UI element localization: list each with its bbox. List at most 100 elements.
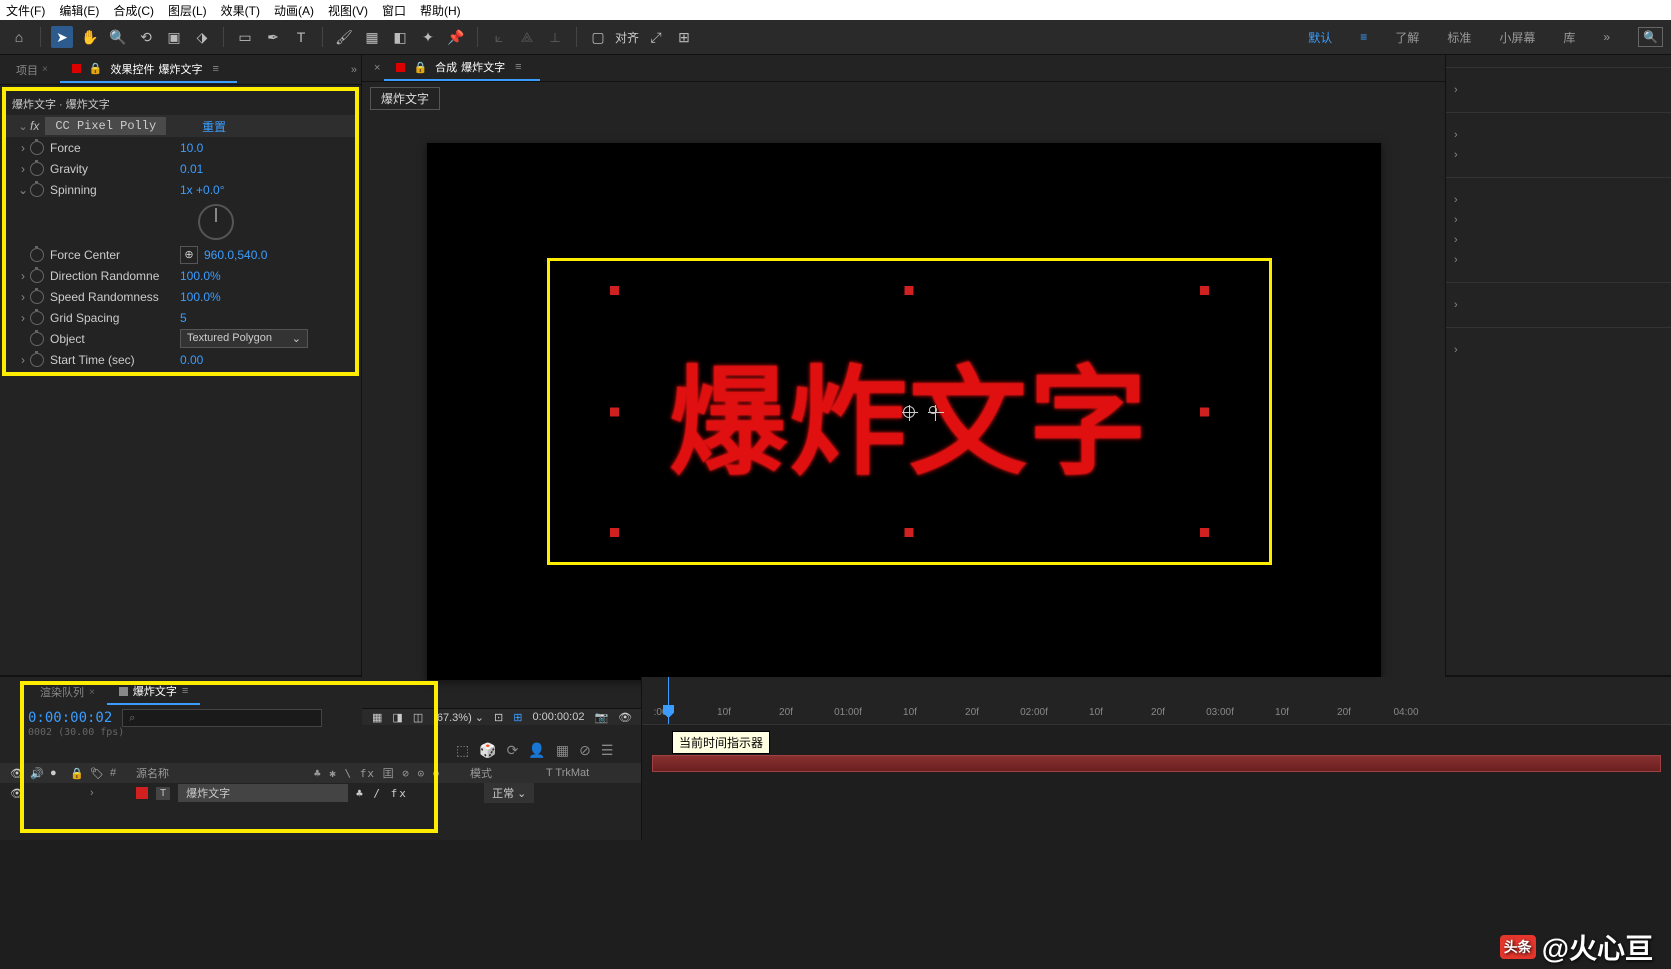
workspace-lib[interactable]: 库 — [1563, 29, 1575, 46]
handle[interactable] — [1200, 528, 1209, 537]
motion-blur-icon[interactable]: ⊘ — [579, 742, 591, 759]
stopwatch-icon[interactable] — [30, 269, 44, 283]
prop-value[interactable]: 1x +0.0° — [180, 183, 225, 197]
collapsed-panel-caret[interactable]: › — [1446, 80, 1671, 100]
comp-flowchart-icon[interactable]: ⬚ — [456, 742, 469, 759]
tab-project[interactable]: 项目 × — [4, 58, 60, 82]
stopwatch-icon[interactable] — [30, 162, 44, 176]
lock-icon[interactable]: 🔒 — [413, 61, 427, 74]
puppet-tool-icon[interactable]: 📌 — [445, 26, 467, 48]
menu-view[interactable]: 视图(V) — [328, 2, 368, 18]
3d-renderer-icon[interactable]: 🎲 — [479, 742, 496, 759]
handle[interactable] — [610, 286, 619, 295]
effect-reset-link[interactable]: 重置 — [202, 118, 226, 135]
source-col-header[interactable]: 源名称 — [136, 765, 306, 781]
collapsed-panel-caret[interactable]: › — [1446, 190, 1671, 210]
close-icon[interactable]: × — [89, 687, 95, 698]
tab-effect-controls[interactable]: 🔒 效果控件 爆炸文字 ≡ — [60, 57, 237, 83]
panel-menu-icon[interactable]: ≡ — [182, 685, 188, 697]
collapsed-panel-caret[interactable]: › — [1446, 250, 1671, 270]
tab-composition[interactable]: 🔒 合成 爆炸文字 ≡ — [384, 55, 539, 81]
layer-name[interactable]: 爆炸文字 — [178, 784, 348, 802]
layer-switches[interactable]: ♣ / fx — [356, 787, 476, 800]
workspace-standard[interactable]: 标准 — [1447, 29, 1471, 46]
prop-value[interactable]: 0.00 — [180, 353, 203, 367]
collapsed-panel-caret[interactable]: › — [1446, 340, 1671, 360]
caret-icon[interactable]: › — [90, 787, 102, 799]
snap-toggle-icon[interactable]: ⤢ — [645, 26, 667, 48]
caret-icon[interactable]: › — [16, 353, 30, 367]
workspace-menu-icon[interactable]: ≡ — [1360, 30, 1367, 44]
blend-mode-dropdown[interactable]: 正常 ⌄ — [484, 783, 534, 803]
snap-edge-icon[interactable]: ⊞ — [673, 26, 695, 48]
shy-icon[interactable]: 👤 — [528, 742, 545, 759]
rectangle-tool-icon[interactable]: ▭ — [234, 26, 256, 48]
object-dropdown[interactable]: Textured Polygon⌄ — [180, 329, 308, 348]
handle[interactable] — [905, 528, 914, 537]
prop-value[interactable]: 10.0 — [180, 141, 203, 155]
workspace-default[interactable]: 默认 — [1308, 29, 1332, 46]
brush-tool-icon[interactable]: 🖌 — [333, 26, 355, 48]
fx-icon[interactable]: fx — [30, 119, 39, 133]
menu-effect[interactable]: 效果(T) — [221, 2, 260, 18]
label-col-icon[interactable]: 🏷 — [90, 767, 102, 780]
handle[interactable] — [1200, 286, 1209, 295]
prop-value[interactable]: 100.0% — [180, 290, 221, 304]
tab-render-queue[interactable]: 渲染队列 × — [28, 680, 107, 704]
workspace-small[interactable]: 小屏幕 — [1499, 29, 1535, 46]
menu-comp[interactable]: 合成(C) — [113, 2, 154, 18]
eye-toggle[interactable]: 👁 — [10, 787, 22, 800]
snap-icon[interactable]: ▢ — [587, 26, 609, 48]
stopwatch-icon[interactable] — [30, 141, 44, 155]
frame-blend-icon[interactable]: ▦ — [556, 742, 569, 759]
flowchart-pill[interactable]: 爆炸文字 — [370, 87, 440, 110]
search-help-icon[interactable]: 🔍 — [1638, 27, 1663, 47]
collapsed-panel-caret[interactable]: › — [1446, 295, 1671, 315]
collapsed-panel-caret[interactable]: › — [1446, 145, 1671, 165]
current-time-indicator[interactable] — [668, 677, 669, 724]
clone-tool-icon[interactable]: ▦ — [361, 26, 383, 48]
caret-icon[interactable]: ⌄ — [16, 183, 30, 197]
spinning-dial[interactable] — [198, 204, 234, 240]
close-icon[interactable]: × — [370, 58, 384, 78]
prop-value[interactable]: 5 — [180, 311, 187, 325]
search-input[interactable] — [122, 709, 322, 727]
pen-tool-icon[interactable]: ✒ — [262, 26, 284, 48]
panel-menu-icon[interactable]: ≡ — [509, 61, 527, 73]
orbit-tool-icon[interactable]: ⟲ — [135, 26, 157, 48]
handle[interactable] — [610, 407, 619, 416]
timeline-right[interactable]: :00f10f20f01:00f10f20f02:00f10f20f03:00f… — [642, 677, 1671, 840]
handle[interactable] — [610, 528, 619, 537]
hand-tool-icon[interactable]: ✋ — [79, 26, 101, 48]
menu-file[interactable]: 文件(F) — [6, 2, 45, 18]
anchor-point-icon[interactable] — [903, 406, 915, 418]
zoom-tool-icon[interactable]: 🔍 — [107, 26, 129, 48]
collapsed-panel-caret[interactable]: › — [1446, 230, 1671, 250]
type-tool-icon[interactable]: T — [290, 26, 312, 48]
close-icon[interactable]: × — [42, 64, 48, 75]
selection-tool-icon[interactable]: ➤ — [51, 26, 73, 48]
panel-menu-icon[interactable]: ≡ — [207, 63, 225, 75]
viewport[interactable]: 爆炸文字 — [362, 115, 1445, 708]
index-col[interactable]: # — [110, 767, 128, 779]
draft3d-icon[interactable]: ⟳ — [507, 742, 519, 759]
menu-anim[interactable]: 动画(A) — [274, 2, 314, 18]
workspace-learn[interactable]: 了解 — [1395, 29, 1419, 46]
camera-tool-icon[interactable]: ▣ — [163, 26, 185, 48]
solo-col-icon[interactable]: ● — [50, 767, 62, 779]
caret-icon[interactable]: › — [16, 290, 30, 304]
force-center-icon[interactable] — [929, 406, 937, 414]
menu-edit[interactable]: 编辑(E) — [59, 2, 99, 18]
handle[interactable] — [1200, 407, 1209, 416]
layer-duration-bar[interactable] — [652, 755, 1661, 772]
stopwatch-icon[interactable] — [30, 332, 44, 346]
effect-name[interactable]: CC Pixel Polly — [45, 117, 166, 135]
stopwatch-icon[interactable] — [30, 248, 44, 262]
collapsed-panel-caret[interactable]: › — [1446, 210, 1671, 230]
crosshair-icon[interactable]: ⊕ — [180, 246, 198, 264]
layer-color-swatch[interactable] — [136, 787, 148, 799]
timeline-layer-row[interactable]: 👁 › T 爆炸文字 ♣ / fx 正常 ⌄ — [0, 783, 641, 803]
tab-timeline-comp[interactable]: 爆炸文字 ≡ — [107, 679, 200, 705]
lock-col-icon[interactable]: 🔒 — [70, 767, 82, 780]
home-icon[interactable]: ⌂ — [8, 26, 30, 48]
